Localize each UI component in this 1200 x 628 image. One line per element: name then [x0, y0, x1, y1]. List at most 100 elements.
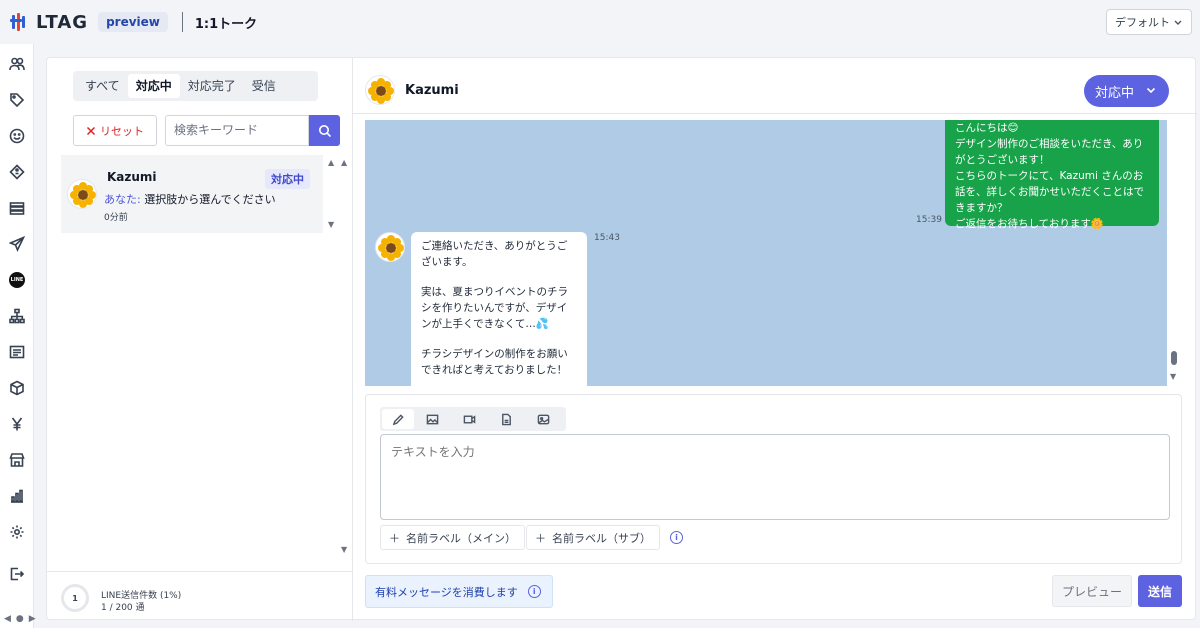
scroll-up-icon[interactable]: ▲ — [328, 158, 334, 167]
plus-icon: ＋ — [535, 531, 546, 545]
app-logo[interactable]: LTAG — [10, 12, 88, 33]
smile-icon — [9, 128, 25, 144]
reset-button[interactable]: リセット — [73, 115, 157, 146]
rail-hierarchy-icon[interactable] — [0, 304, 34, 328]
conversation-name: Kazumi — [107, 170, 157, 184]
rail-box-icon[interactable] — [0, 376, 34, 400]
search-button[interactable] — [309, 115, 340, 146]
chat-header: Kazumi 対応中 — [353, 58, 1197, 114]
name-label-sub-button[interactable]: ＋ 名前ラベル（サブ） — [526, 525, 660, 550]
preview-sender: あなた: — [104, 193, 141, 206]
list-scroll-up-icon[interactable]: ▲ — [341, 158, 347, 167]
preview-text: 選択肢から選んでください — [144, 193, 276, 206]
status-tabs: すべて 対応中 対応完了 受信 — [73, 71, 318, 101]
box-icon — [10, 380, 24, 396]
file-icon — [502, 413, 511, 425]
conversation-preview: あなた: 選択肢から選んでください — [104, 191, 276, 207]
message-line: がとうございます！ — [955, 154, 1050, 166]
info-icon[interactable]: i — [527, 585, 541, 598]
message-line: きますか？ — [955, 202, 1008, 214]
view-select[interactable]: デフォルト — [1106, 9, 1192, 35]
top-bar: LTAG preview 1:1トーク デフォルト — [0, 0, 1200, 44]
rail-smile-icon[interactable] — [0, 124, 34, 148]
info-icon[interactable]: i — [670, 531, 683, 544]
tab-text[interactable] — [382, 409, 414, 429]
rail-logout-icon[interactable] — [0, 562, 34, 586]
tab-video[interactable] — [451, 407, 488, 431]
rail-tag-icon[interactable] — [0, 88, 34, 112]
rail-settings-icon[interactable] — [0, 520, 34, 544]
avatar — [67, 179, 97, 209]
tab-file[interactable] — [488, 407, 525, 431]
conversation-item[interactable]: Kazumi 対応中 あなた: 選択肢から選んでください 0分前 — [61, 155, 323, 233]
plus-icon: ＋ — [389, 531, 400, 545]
chevron-down-icon — [1146, 87, 1156, 94]
rail-users-icon[interactable] — [0, 52, 34, 76]
page-title: 1:1トーク — [194, 16, 258, 32]
yen-icon — [11, 417, 23, 431]
message-line: デザイン制作のご相談をいただき、あり — [955, 138, 1144, 150]
tab-received[interactable]: 受信 — [244, 74, 284, 98]
preview-button[interactable]: プレビュー — [1052, 575, 1132, 607]
scrollbar-thumb[interactable] — [1171, 351, 1177, 365]
scroll-down-icon[interactable]: ▼ — [328, 220, 334, 229]
quota-ring: 1 — [61, 584, 89, 612]
tab-completed[interactable]: 対応完了 — [180, 74, 244, 98]
message-line: こちらのトークにて、Kazumi さんのお — [955, 170, 1144, 182]
rail-list-icon[interactable] — [0, 196, 34, 220]
main-card: すべて 対応中 対応完了 受信 リセット 検索キーワード Kazumi 対応中 … — [46, 57, 1197, 621]
paid-message-notice: 有料メッセージを消費します i — [365, 575, 553, 608]
send-icon — [9, 236, 25, 252]
status-dropdown-button[interactable]: 対応中 — [1084, 75, 1169, 107]
outgoing-message: こんにちは😊 デザイン制作のご相談をいただき、あり がとうございます！ こちらの… — [945, 120, 1159, 230]
tab-in-progress[interactable]: 対応中 — [127, 74, 180, 98]
name-label-main-text: 名前ラベル（メイン） — [406, 531, 516, 545]
message-line: 話を、詳しくお聞かせいただくことはで — [955, 186, 1144, 198]
tab-all[interactable]: すべて — [77, 74, 128, 98]
line-icon-label: LINE — [10, 277, 24, 283]
message-paragraph: チラシデザインの制作をお願いできればと考えておりました！ — [421, 348, 568, 376]
message-line: ご返信をお待ちしております🌼 — [955, 218, 1104, 230]
rail-yen-icon[interactable] — [0, 412, 34, 436]
tab-media[interactable] — [525, 407, 562, 431]
message-paragraph: 実は、夏まつりイベントのチラシを作りたいんですが、デザインが上手くできなくて…💦 — [421, 286, 568, 330]
rail-send-icon[interactable] — [0, 232, 34, 256]
chart-icon — [11, 489, 23, 503]
close-icon — [86, 126, 96, 135]
name-label-main-button[interactable]: ＋ 名前ラベル（メイン） — [380, 525, 525, 550]
list-icon — [9, 202, 25, 215]
message-composer: ＋ 名前ラベル（メイン） ＋ 名前ラベル（サブ） i — [365, 394, 1182, 564]
paid-message-text: 有料メッセージを消費します — [375, 585, 518, 599]
logout-icon — [10, 567, 25, 581]
message-line: こんにちは😊 — [955, 122, 1019, 134]
search-input[interactable]: 検索キーワード — [165, 115, 309, 146]
logo-mark-icon — [10, 12, 30, 32]
chat-scrollbar[interactable]: ▼ — [1169, 120, 1181, 386]
message-input[interactable] — [380, 434, 1170, 520]
send-button[interactable]: 送信 — [1138, 575, 1182, 607]
message-paragraph: ご連絡いただき、ありがとうございます。 — [421, 240, 568, 268]
list-scroll-down-icon[interactable]: ▼ — [341, 545, 347, 554]
send-quota: 1 LINE送信件数 (1%) 1 / 200 通 — [47, 571, 353, 621]
chevron-down-icon — [1174, 20, 1182, 25]
status-dropdown-label: 対応中 — [1095, 85, 1135, 101]
tab-image[interactable] — [414, 407, 451, 431]
video-icon — [463, 414, 476, 424]
scroll-down-icon[interactable]: ▼ — [1170, 372, 1176, 381]
view-select-value: デフォルト — [1115, 16, 1170, 29]
rail-line-icon[interactable]: LINE — [0, 268, 34, 292]
rail-store-icon[interactable] — [0, 448, 34, 472]
conversation-list-panel: すべて 対応中 対応完了 受信 リセット 検索キーワード Kazumi 対応中 … — [47, 58, 353, 621]
pencil-icon — [392, 413, 404, 425]
message-area[interactable]: こんにちは😊 デザイン制作のご相談をいただき、あり がとうございます！ こちらの… — [365, 120, 1167, 386]
rail-collapse-controls[interactable]: ◀ ● ▶ — [4, 614, 36, 624]
store-icon — [9, 453, 25, 467]
rail-coupon-icon[interactable] — [0, 160, 34, 184]
name-label-sub-text: 名前ラベル（サブ） — [552, 531, 651, 545]
rail-form-icon[interactable] — [0, 340, 34, 364]
rail-chart-icon[interactable] — [0, 484, 34, 508]
image-icon — [426, 414, 439, 424]
message-time: 15:39 — [916, 215, 942, 225]
sender-avatar — [375, 232, 405, 262]
reset-button-label: リセット — [100, 124, 144, 138]
